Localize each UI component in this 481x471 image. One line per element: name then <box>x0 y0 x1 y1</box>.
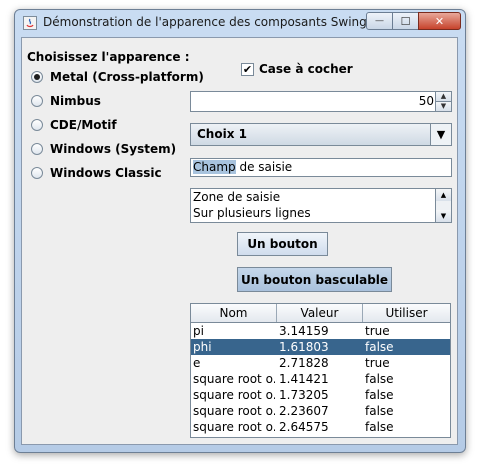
number-spinner[interactable]: 50 ▲ ▼ <box>190 91 452 112</box>
text-field-selection: Champ <box>193 160 236 174</box>
radio-label: Windows (System) <box>50 142 177 156</box>
cell-nom: phi <box>193 340 212 354</box>
cell-utiliser: false <box>365 372 394 386</box>
cell-valeur: 3.14159 <box>279 324 329 338</box>
scroll-up-icon[interactable]: ▲ <box>436 189 451 201</box>
maximize-button[interactable]: ☐ <box>392 12 419 30</box>
table-row[interactable]: square root o... 1.73205 false <box>191 387 450 403</box>
checkbox-row[interactable]: ✔ Case à cocher <box>241 60 353 78</box>
radio-nimbus[interactable]: Nimbus <box>31 92 101 110</box>
vertical-scrollbar[interactable]: ▲ ▼ <box>435 189 451 222</box>
radio-button[interactable] <box>31 71 43 83</box>
cell-nom: square root o... <box>193 404 275 418</box>
window-title: Démonstration de l'apparence des composa… <box>43 15 367 29</box>
column-header-utiliser[interactable]: Utiliser <box>363 304 450 322</box>
cell-valeur: 2.23607 <box>279 404 329 418</box>
cell-utiliser: true <box>365 324 390 338</box>
plain-button[interactable]: Un bouton <box>237 232 328 256</box>
table-header: Nom Valeur Utiliser <box>191 304 450 323</box>
radio-label: Nimbus <box>50 94 101 108</box>
cell-valeur: 1.73205 <box>279 388 329 402</box>
table-row[interactable]: square root o... 2.64575 false <box>191 419 450 435</box>
radio-windows-classic[interactable]: Windows Classic <box>31 164 162 182</box>
combo-selected: Choix 1 <box>197 127 247 141</box>
cell-nom: e <box>193 356 201 370</box>
cell-valeur: 1.61803 <box>279 340 329 354</box>
choice-combobox[interactable]: Choix 1 ▼ <box>190 123 452 146</box>
spinner-up-arrow-icon[interactable]: ▲ <box>435 92 451 102</box>
radio-label: Metal (Cross-platform) <box>50 70 204 84</box>
text-area-line: Zone de saisie <box>193 190 281 204</box>
minimize-button[interactable]: — <box>366 12 393 30</box>
java-app-icon <box>23 16 37 30</box>
scroll-down-icon[interactable]: ▼ <box>436 210 451 222</box>
table-row[interactable]: square root o... 2.23607 false <box>191 403 450 419</box>
cell-utiliser: true <box>365 356 390 370</box>
cell-valeur: 2.64575 <box>279 420 329 434</box>
checkbox-label: Case à cocher <box>259 62 353 76</box>
chevron-down-icon[interactable]: ▼ <box>430 124 451 145</box>
radio-metal[interactable]: Metal (Cross-platform) <box>31 68 204 86</box>
spinner-down-arrow-icon[interactable]: ▼ <box>435 102 451 111</box>
minimize-icon: — <box>375 16 384 26</box>
radio-label: Windows Classic <box>50 166 162 180</box>
cell-nom: square root o... <box>193 372 275 386</box>
cell-nom: square root o... <box>193 388 275 402</box>
radio-button[interactable] <box>31 119 43 131</box>
radio-button[interactable] <box>31 167 43 179</box>
column-header-valeur[interactable]: Valeur <box>277 304 363 322</box>
text-field[interactable]: Champ de saisie <box>190 158 452 177</box>
close-icon: ✕ <box>434 14 445 28</box>
cell-utiliser: false <box>365 340 394 354</box>
table-row[interactable]: e 2.71828 true <box>191 355 450 371</box>
cell-utiliser: false <box>365 420 394 434</box>
laf-heading: Choisissez l'apparence : <box>27 50 190 64</box>
data-table[interactable]: Nom Valeur Utiliser pi 3.14159 true phi … <box>190 303 451 438</box>
cell-nom: square root o... <box>193 420 275 434</box>
toggle-button[interactable]: Un bouton basculable <box>237 267 392 292</box>
spinner-value: 50 <box>418 94 434 108</box>
cell-valeur: 1.41421 <box>279 372 329 386</box>
maximize-icon: ☐ <box>400 14 411 28</box>
title-bar[interactable]: Démonstration de l'apparence des composa… <box>15 10 465 36</box>
table-row-selected[interactable]: phi 1.61803 false <box>191 339 450 355</box>
radio-button[interactable] <box>31 95 43 107</box>
cell-utiliser: false <box>365 388 394 402</box>
column-header-nom[interactable]: Nom <box>191 304 277 322</box>
cell-nom: pi <box>193 324 204 338</box>
cell-valeur: 2.71828 <box>279 356 329 370</box>
table-row[interactable]: square root o... 1.41421 false <box>191 371 450 387</box>
radio-windows-system[interactable]: Windows (System) <box>31 140 176 158</box>
cell-utiliser: false <box>365 404 394 418</box>
text-area[interactable]: Zone de saisie Sur plusieurs lignes ▲ ▼ <box>190 188 452 223</box>
radio-button[interactable] <box>31 143 43 155</box>
app-window: Démonstration de l'apparence des composa… <box>14 9 466 453</box>
text-area-line: Sur plusieurs lignes <box>193 206 311 220</box>
content-pane: Choisissez l'apparence : Metal (Cross-pl… <box>21 37 458 445</box>
text-field-rest: de saisie <box>235 160 293 174</box>
radio-label: CDE/Motif <box>50 118 117 132</box>
checkbox[interactable]: ✔ <box>241 62 254 76</box>
table-row[interactable]: pi 3.14159 true <box>191 323 450 339</box>
radio-cde-motif[interactable]: CDE/Motif <box>31 116 117 134</box>
close-button[interactable]: ✕ <box>418 12 461 30</box>
